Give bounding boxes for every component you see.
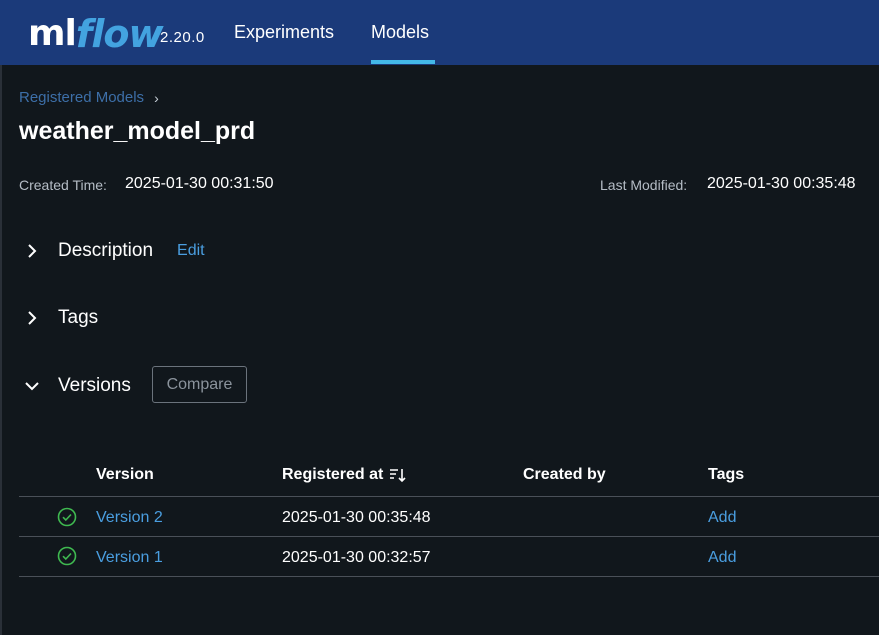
tags-section-header[interactable]: Tags: [24, 307, 98, 329]
table-header-divider: [19, 496, 879, 497]
nav-models[interactable]: Models: [371, 22, 429, 43]
add-tag-link[interactable]: Add: [708, 509, 736, 527]
table-row-divider: [19, 576, 879, 577]
last-modified-value: 2025-01-30 00:35:48: [707, 175, 856, 192]
chevron-right-icon: [28, 244, 37, 258]
active-nav-indicator: [371, 60, 435, 64]
add-tag-link[interactable]: Add: [708, 549, 736, 567]
nav-experiments[interactable]: Experiments: [234, 22, 334, 43]
table-row-divider: [19, 536, 879, 537]
breadcrumb-registered-models[interactable]: Registered Models: [19, 89, 144, 106]
column-header-created-by[interactable]: Created by: [523, 466, 606, 484]
logo-flow-text: flow: [75, 12, 164, 56]
logo-ml-text: ml: [28, 13, 77, 54]
created-time-value: 2025-01-30 00:31:50: [125, 175, 274, 192]
version-link[interactable]: Version 1: [96, 549, 163, 567]
version-link[interactable]: Version 2: [96, 509, 163, 527]
versions-title: Versions: [58, 375, 131, 396]
left-border: [0, 65, 2, 635]
breadcrumb: Registered Models ›: [19, 89, 159, 106]
column-header-version[interactable]: Version: [96, 466, 154, 484]
chevron-down-icon: [25, 382, 39, 391]
description-section-header[interactable]: Description Edit: [24, 240, 205, 262]
created-time-label: Created Time:: [19, 177, 107, 193]
app-version: 2.20.0: [160, 29, 205, 46]
sort-descending-icon[interactable]: [389, 467, 407, 483]
check-circle-icon: [57, 546, 77, 566]
description-edit-link[interactable]: Edit: [177, 242, 205, 260]
last-modified-label: Last Modified:: [600, 177, 688, 193]
column-header-registered-at-label: Registered at: [282, 466, 384, 483]
top-nav-bar: ml flow 2.20.0 Experiments Models: [0, 0, 879, 65]
versions-section-header[interactable]: Versions: [24, 375, 131, 397]
page-title: weather_model_prd: [19, 117, 256, 145]
registered-at-value: 2025-01-30 00:35:48: [282, 509, 431, 526]
registered-at-value: 2025-01-30 00:32:57: [282, 549, 431, 566]
compare-button[interactable]: Compare: [152, 366, 247, 403]
mlflow-logo[interactable]: ml flow: [28, 4, 164, 56]
breadcrumb-separator: ›: [154, 89, 159, 106]
column-header-registered-at[interactable]: Registered at: [282, 466, 407, 484]
chevron-right-icon: [28, 311, 37, 325]
column-header-tags[interactable]: Tags: [708, 466, 744, 484]
description-title: Description: [58, 240, 154, 261]
tags-title: Tags: [58, 307, 99, 328]
check-circle-icon: [57, 507, 77, 527]
